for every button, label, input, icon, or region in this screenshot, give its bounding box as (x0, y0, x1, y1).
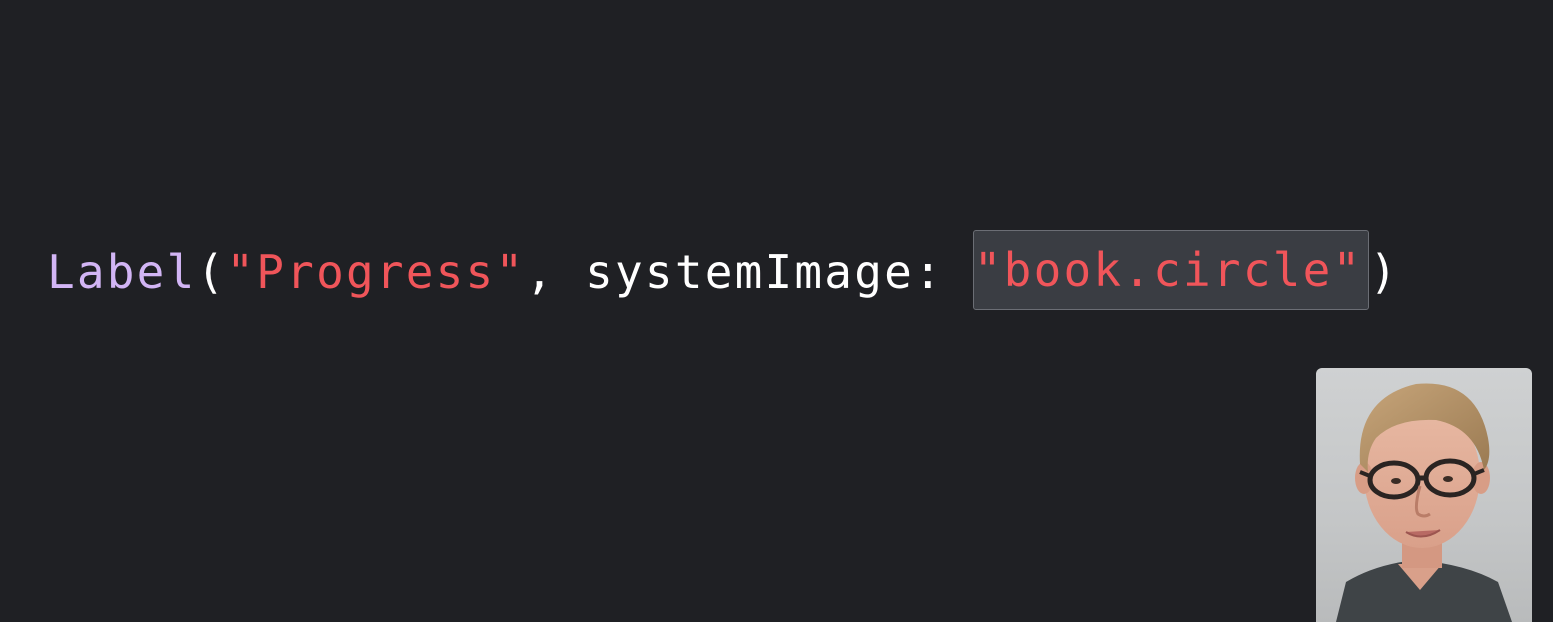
code-line: Label("Progress", systemImage: "book.cir… (47, 230, 1400, 310)
code-image-string: "book.circle" (973, 243, 1363, 297)
slide-canvas: Label("Progress", systemImage: "book.cir… (0, 0, 1553, 622)
code-param-label: systemImage: (585, 245, 974, 299)
presenter-figure (1336, 383, 1512, 622)
code-close-paren: ) (1369, 245, 1400, 299)
code-separator: , (525, 245, 586, 299)
presenter-video-thumbnail (1316, 368, 1532, 622)
code-type-name: Label (47, 245, 197, 299)
code-highlight: "book.circle" (972, 230, 1370, 310)
code-title-string: "Progress" (226, 245, 526, 299)
code-open-paren: ( (196, 245, 227, 299)
